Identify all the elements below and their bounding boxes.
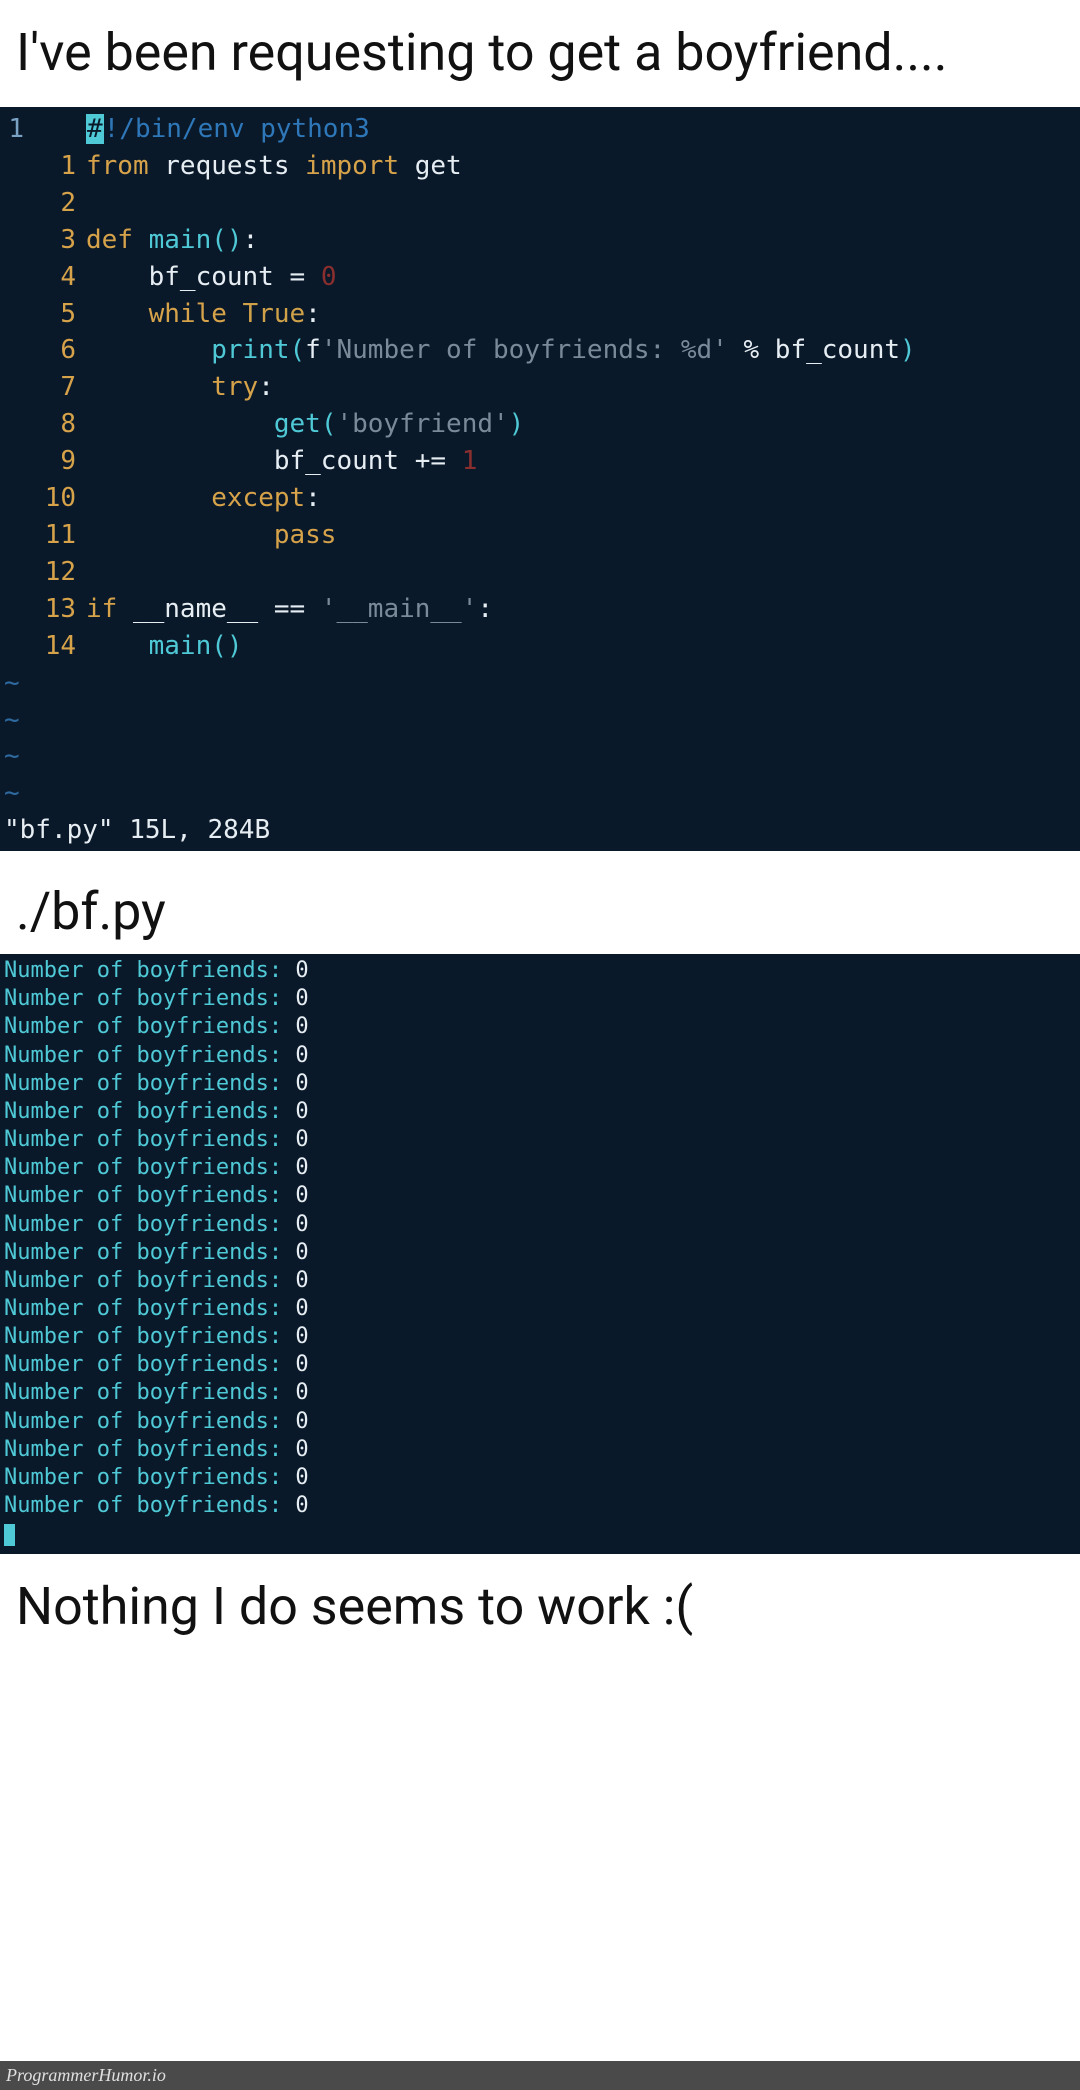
code-line: 6 print(f'Number of boyfriends: %d' % bf… [0,332,1080,369]
line-number: 12 [28,554,86,591]
terminal-line: Number of boyfriends: 0 [4,1042,1076,1070]
terminal-line: Number of boyfriends: 0 [4,1267,1076,1295]
terminal-line: Number of boyfriends: 0 [4,1239,1076,1267]
editor-tilde: ~ [0,702,1080,739]
terminal-cursor-line [4,1520,1076,1548]
line-number: 10 [28,480,86,517]
terminal-line: Number of boyfriends: 0 [4,1211,1076,1239]
terminal-line: Number of boyfriends: 0 [4,1379,1076,1407]
outer-gutter: 1 [0,111,28,148]
terminal-line: Number of boyfriends: 0 [4,1323,1076,1351]
code-line: 5 while True: [0,296,1080,333]
line-number: 14 [28,628,86,665]
terminal-line: Number of boyfriends: 0 [4,1070,1076,1098]
code-line: 7 try: [0,369,1080,406]
code-content: bf_count += 1 [86,443,1080,480]
editor-tilde: ~ [0,775,1080,812]
code-editor-pane: 1#!/bin/env python31from requests import… [0,107,1080,851]
code-line: 1from requests import get [0,148,1080,185]
line-number: 1 [28,148,86,185]
watermark-footer: ProgrammerHumor.io [0,2061,1080,2090]
editor-tilde: ~ [0,738,1080,775]
terminal-line: Number of boyfriends: 0 [4,1464,1076,1492]
code-content: get('boyfriend') [86,406,1080,443]
editor-tilde: ~ [0,665,1080,702]
line-number: 8 [28,406,86,443]
line-number: 9 [28,443,86,480]
code-content: try: [86,369,1080,406]
line-number: 5 [28,296,86,333]
code-line: 9 bf_count += 1 [0,443,1080,480]
terminal-line: Number of boyfriends: 0 [4,1098,1076,1126]
terminal-line: Number of boyfriends: 0 [4,1013,1076,1041]
cursor-block-icon [4,1524,15,1546]
editor-status-line: "bf.py" 15L, 284B [0,812,1080,849]
line-number: 7 [28,369,86,406]
code-content: bf_count = 0 [86,259,1080,296]
terminal-output-pane: Number of boyfriends: 0Number of boyfrie… [0,954,1080,1554]
code-content: print(f'Number of boyfriends: %d' % bf_c… [86,332,1080,369]
code-line: 10 except: [0,480,1080,517]
line-number: 11 [28,517,86,554]
terminal-line: Number of boyfriends: 0 [4,1295,1076,1323]
code-content: main() [86,628,1080,665]
terminal-line: Number of boyfriends: 0 [4,1351,1076,1379]
terminal-line: Number of boyfriends: 0 [4,1126,1076,1154]
code-line: 11 pass [0,517,1080,554]
line-number: 3 [28,222,86,259]
code-content: except: [86,480,1080,517]
terminal-line: Number of boyfriends: 0 [4,1492,1076,1520]
line-number: 4 [28,259,86,296]
code-line: 12 [0,554,1080,591]
code-line: 13if __name__ == '__main__': [0,591,1080,628]
code-content: if __name__ == '__main__': [86,591,1080,628]
code-line: 1 #!/bin/env python3 [0,111,1080,148]
code-line: 2 [0,185,1080,222]
code-line: 3def main(): [0,222,1080,259]
code-line: 8 get('boyfriend') [0,406,1080,443]
code-content: while True: [86,296,1080,333]
line-number: 2 [28,185,86,222]
terminal-line: Number of boyfriends: 0 [4,1436,1076,1464]
code-content: #!/bin/env python3 [86,111,1080,148]
code-content: pass [86,517,1080,554]
meme-caption-mid: ./bf.py [0,851,1080,954]
line-number: 13 [28,591,86,628]
code-content: def main(): [86,222,1080,259]
terminal-line: Number of boyfriends: 0 [4,957,1076,985]
line-number: 6 [28,332,86,369]
terminal-line: Number of boyfriends: 0 [4,1154,1076,1182]
terminal-line: Number of boyfriends: 0 [4,1408,1076,1436]
code-line: 4 bf_count = 0 [0,259,1080,296]
code-content: from requests import get [86,148,1080,185]
terminal-line: Number of boyfriends: 0 [4,1182,1076,1210]
code-line: 14 main() [0,628,1080,665]
meme-caption-bottom: Nothing I do seems to work :( [0,1554,1080,1661]
meme-caption-top: I've been requesting to get a boyfriend.… [0,0,1080,107]
terminal-line: Number of boyfriends: 0 [4,985,1076,1013]
